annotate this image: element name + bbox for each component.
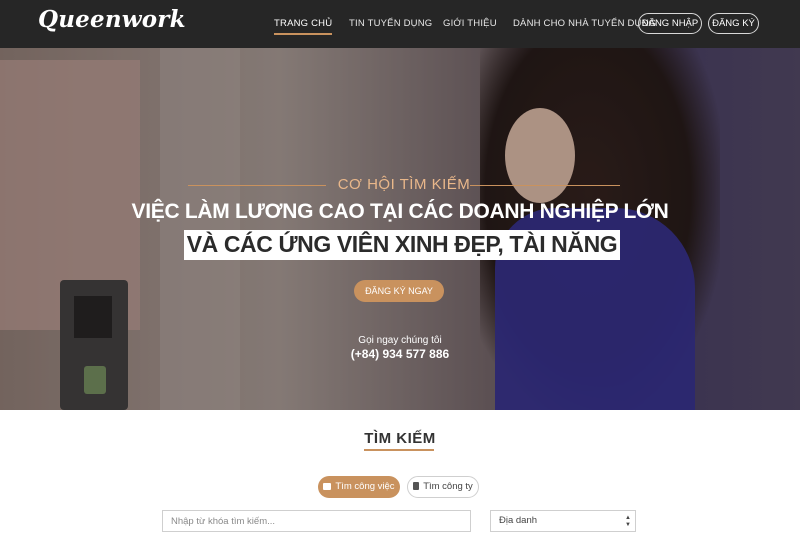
nav-item-about[interactable]: GIỚI THIỆU bbox=[443, 18, 497, 29]
call-label: Gọi ngay chúng tôi bbox=[358, 335, 442, 346]
register-button[interactable]: ĐĂNG KÝ bbox=[708, 13, 759, 34]
hero-title-line1: VIỆC LÀM LƯƠNG CAO TẠI CÁC DOANH NGHIỆP … bbox=[131, 200, 669, 223]
tab-find-companies[interactable]: Tìm công ty bbox=[407, 476, 479, 498]
briefcase-icon bbox=[323, 483, 332, 490]
building-icon bbox=[413, 482, 420, 490]
tab-find-companies-label: Tìm công ty bbox=[423, 481, 473, 492]
nav-item-jobs[interactable]: TIN TUYỂN DỤNG bbox=[349, 18, 432, 29]
hero-subtitle: CƠ HỘI TÌM KIẾM bbox=[337, 176, 471, 193]
tab-find-jobs[interactable]: Tìm công việc bbox=[318, 476, 400, 498]
hero-banner: CƠ HỘI TÌM KIẾM VIỆC LÀM LƯƠNG CAO TẠI C… bbox=[0, 48, 800, 410]
register-now-button[interactable]: ĐĂNG KÝ NGAY bbox=[354, 280, 444, 302]
hero-subtitle-row: CƠ HỘI TÌM KIẾM bbox=[188, 176, 620, 196]
nav-item-home[interactable]: TRANG CHỦ bbox=[274, 18, 333, 35]
logo[interactable]: Queenwork bbox=[38, 6, 186, 33]
hero-title-line2-box: VÀ CÁC ỨNG VIÊN XINH ĐẸP, TÀI NĂNG bbox=[184, 230, 620, 260]
search-title-underline bbox=[364, 449, 434, 451]
location-select[interactable]: Địa danh ▲ ▼ bbox=[490, 510, 636, 532]
top-navbar: Queenwork TRANG CHỦ TIN TUYỂN DỤNG GIỚI … bbox=[0, 0, 800, 48]
tab-find-jobs-label: Tìm công việc bbox=[335, 481, 395, 492]
keyword-search-input[interactable] bbox=[162, 510, 471, 532]
location-select-value: Địa danh bbox=[499, 515, 538, 526]
nav-item-employers[interactable]: DÀNH CHO NHÀ TUYỂN DỤNG bbox=[513, 18, 656, 29]
select-arrows-icon: ▲ ▼ bbox=[625, 515, 631, 528]
login-button[interactable]: ĐĂNG NHẬP bbox=[638, 13, 702, 34]
phone-number[interactable]: (+84) 934 577 886 bbox=[0, 347, 800, 361]
hero-title-line2: VÀ CÁC ỨNG VIÊN XINH ĐẸP, TÀI NĂNG bbox=[186, 231, 618, 257]
search-section-title: TÌM KIẾM bbox=[364, 430, 436, 447]
